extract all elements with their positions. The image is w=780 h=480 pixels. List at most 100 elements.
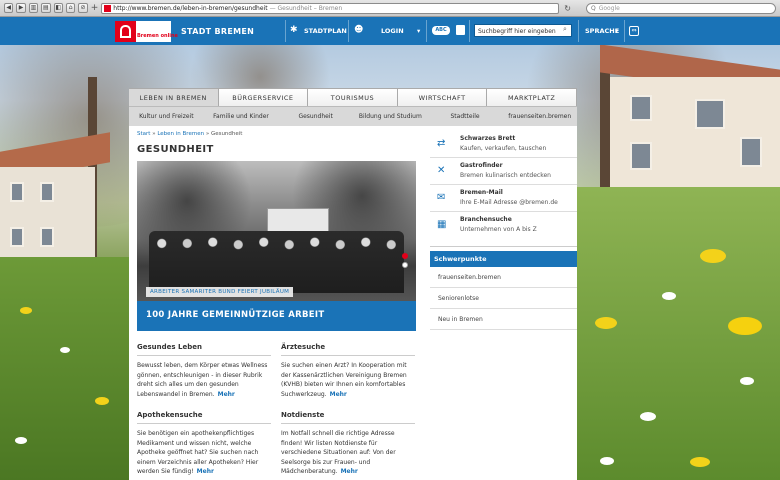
history-button[interactable]: ▤ — [41, 3, 51, 13]
main-navigation: LEBEN IN BREMEN BÜRGERSERVICE TOURISMUS … — [129, 88, 577, 107]
bookmarks-button[interactable]: ▥ — [28, 3, 39, 13]
service-title[interactable]: Gastrofinder — [460, 162, 503, 169]
breadcrumb-link[interactable]: Leben in Bremen — [157, 131, 204, 137]
schwerpunkt-link[interactable]: frauenseiten.bremen — [430, 267, 577, 288]
site-search-placeholder: Suchbegriff hier eingeben — [478, 28, 556, 35]
hero-slider[interactable]: ARBEITER SAMARITER BUND FEIERT JUBILÄUM … — [137, 161, 416, 331]
home-button[interactable]: ⌂ — [65, 3, 76, 13]
house-window — [630, 95, 652, 121]
teaser-title[interactable]: Gesundes Leben — [137, 343, 271, 356]
teaser-text: Sie suchen einen Arzt? In Kooperation mi… — [281, 362, 407, 398]
schwerpunkt-link[interactable]: Seniorenlotse — [430, 288, 577, 309]
login-link[interactable]: LOGIN — [381, 27, 404, 35]
share-icon[interactable]: ⇔ — [629, 26, 639, 36]
breadcrumb-current: Gesundheit — [210, 131, 243, 137]
address-page-title: — Gesundheit – Bremen — [269, 4, 343, 12]
stop-button[interactable]: ⊘ — [78, 3, 88, 13]
subnav-item[interactable]: frauenseiten.bremen — [502, 113, 577, 120]
back-button[interactable]: ◀ — [4, 3, 14, 13]
subnav-item[interactable]: Kultur und Freizeit — [129, 113, 204, 120]
tab-marktplatz[interactable]: MARKTPLATZ — [487, 88, 577, 106]
daisy — [15, 437, 27, 444]
slider-dot-active[interactable] — [402, 253, 408, 259]
teaser-title[interactable]: Apothekensuche — [137, 411, 271, 424]
house-window — [630, 142, 652, 170]
breadcrumb-separator: » — [152, 131, 156, 137]
more-link[interactable]: Mehr — [330, 391, 347, 398]
more-link[interactable]: Mehr — [218, 391, 235, 398]
tab-leben-in-bremen[interactable]: LEBEN IN BREMEN — [129, 88, 219, 106]
hero-photo[interactable]: ARBEITER SAMARITER BUND FEIERT JUBILÄUM — [137, 161, 416, 301]
daisy — [600, 457, 614, 465]
service-title[interactable]: Schwarzes Brett — [460, 135, 515, 142]
tab-buergerservice[interactable]: BÜRGERSERVICE — [218, 88, 309, 106]
search-icon: Q — [590, 4, 596, 12]
bremen-logo[interactable]: Bremen online — [115, 21, 178, 42]
slider-dot[interactable] — [402, 262, 408, 268]
site-name[interactable]: STADT BREMEN — [181, 27, 254, 36]
header-divider — [578, 20, 579, 42]
user-icon[interactable]: ☻ — [354, 25, 363, 35]
header-divider — [426, 20, 427, 42]
breadcrumb: Start » Leben in Bremen » Gesundheit — [137, 131, 242, 137]
chevron-down-icon[interactable]: ▾ — [417, 27, 420, 35]
slider-pagination — [402, 253, 408, 271]
reload-icon[interactable]: ↻ — [564, 4, 571, 13]
service-subtitle: Ihre E-Mail Adresse @bremen.de — [460, 199, 558, 206]
stadtplan-link[interactable]: STADTPLAN — [304, 27, 347, 35]
subnav-item[interactable]: Familie und Kinder — [204, 113, 279, 120]
chevron-down-icon[interactable]: ▾ — [615, 27, 618, 35]
sidebar-button[interactable]: ◧ — [53, 3, 63, 13]
teaser-gesundes-leben: Gesundes Leben Bewusst leben, dem Körper… — [137, 343, 271, 399]
site-search-input[interactable]: Suchbegriff hier eingeben — [474, 24, 572, 37]
service-title[interactable]: Bremen-Mail — [460, 189, 503, 196]
header-divider — [624, 20, 625, 42]
header-divider — [469, 20, 470, 42]
breadcrumb-link[interactable]: Start — [137, 131, 150, 137]
forward-button[interactable]: ▶ — [16, 3, 26, 13]
teaser-title[interactable]: Ärztesuche — [281, 343, 415, 356]
daisy — [640, 412, 656, 421]
service-title[interactable]: Branchensuche — [460, 216, 512, 223]
tab-wirtschaft[interactable]: WIRTSCHAFT — [397, 88, 488, 106]
search-icon[interactable]: ⌕ — [563, 25, 567, 34]
browser-search-placeholder: Google — [598, 4, 620, 12]
service-gastrofinder[interactable]: ✕ Gastrofinder Bremen kulinarisch entdec… — [430, 158, 577, 185]
hero-title[interactable]: 100 JAHRE GEMEINNÜTZIGE ARBEIT — [146, 310, 324, 320]
dandelion — [690, 457, 710, 467]
map-icon[interactable]: ✱ — [290, 25, 298, 35]
browser-toolbar: ◀ ▶ ▥ ▤ ◧ ⌂ ⊘ + http://www.bremen.de/leb… — [0, 0, 780, 17]
more-link[interactable]: Mehr — [341, 468, 358, 475]
service-schwarzes-brett[interactable]: ⇄ Schwarzes Brett Kaufen, verkaufen, tau… — [430, 131, 577, 158]
dandelion — [700, 249, 726, 263]
schwerpunkt-link[interactable]: Neu in Bremen — [430, 309, 577, 330]
service-subtitle: Kaufen, verkaufen, tauschen — [460, 145, 547, 152]
new-tab-button[interactable]: + — [91, 3, 99, 13]
page-title: GESUNDHEIT — [137, 144, 214, 155]
teaser-title[interactable]: Notdienste — [281, 411, 415, 424]
dandelion — [95, 397, 109, 405]
subnav-item[interactable]: Stadtteile — [428, 113, 503, 120]
house-window — [40, 182, 54, 202]
browser-search-field[interactable]: Q Google — [585, 2, 776, 14]
subnav-item[interactable]: Gesundheit — [278, 113, 353, 120]
teaser-text: Bewusst leben, dem Körper etwas Wellness… — [137, 362, 268, 398]
teaser-text: Im Notfall schnell die richtige Adresse … — [281, 430, 396, 476]
schwerpunkte-heading: Schwerpunkte — [430, 251, 577, 267]
service-bremen-mail[interactable]: ✉ Bremen-Mail Ihre E-Mail Adresse @breme… — [430, 185, 577, 212]
favicon-icon — [104, 4, 112, 12]
address-bar[interactable]: http://www.bremen.de/leben-in-bremen/ges… — [101, 2, 560, 14]
photo-crowd — [149, 231, 404, 293]
more-link[interactable]: Mehr — [197, 468, 214, 475]
divider — [430, 239, 577, 247]
service-branchensuche[interactable]: ▦ Branchensuche Unternehmen von A bis Z — [430, 212, 577, 239]
service-subtitle: Unternehmen von A bis Z — [460, 226, 537, 233]
sign-language-icon[interactable] — [456, 25, 465, 35]
dandelion — [595, 317, 617, 329]
house-window — [695, 99, 725, 129]
tab-tourismus[interactable]: TOURISMUS — [308, 88, 398, 106]
daisy — [60, 347, 70, 353]
accessibility-badge[interactable]: ABC — [432, 26, 450, 35]
right-column: ⇄ Schwarzes Brett Kaufen, verkaufen, tau… — [430, 131, 577, 330]
subnav-item[interactable]: Bildung und Studium — [353, 113, 428, 120]
